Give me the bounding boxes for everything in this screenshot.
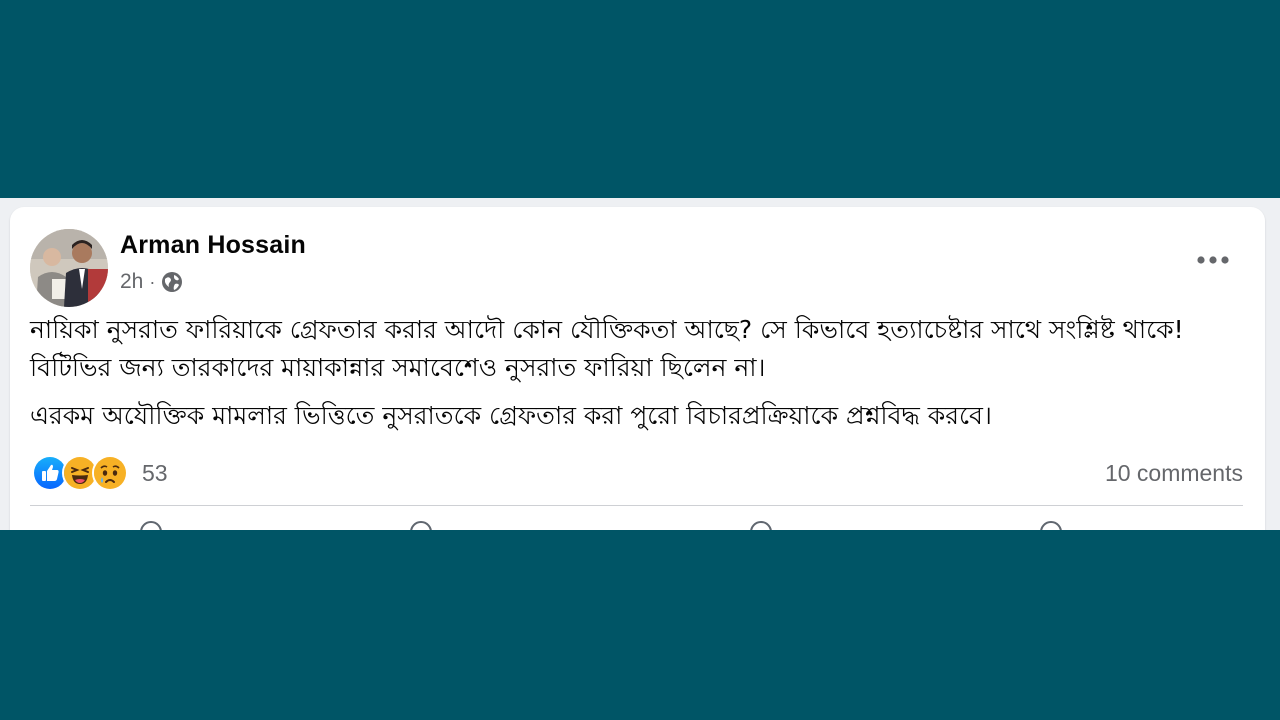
share-action-icon[interactable] (1040, 521, 1062, 530)
reaction-summary[interactable]: 53 (32, 455, 168, 491)
comment-action-icon[interactable] (410, 521, 432, 530)
screenshot-area: Arman Hossain 2h · নায়িকা নুসরাত ফারিয়… (0, 198, 1280, 530)
action-bar (30, 519, 1243, 530)
top-frame-band (0, 0, 1280, 198)
post-paragraph: এরকম অযৌক্তিক মামলার ভিত্তিতে নুসরাতকে গ… (30, 401, 992, 430)
like-action-icon[interactable] (140, 521, 162, 530)
comment-count-link[interactable]: 10 comments (1105, 460, 1243, 487)
reaction-count[interactable]: 53 (142, 460, 168, 487)
send-action-icon[interactable] (750, 521, 772, 530)
bottom-frame-band (0, 530, 1280, 720)
post-meta: 2h · (120, 270, 183, 294)
more-options-icon[interactable] (1191, 243, 1235, 277)
post-paragraph: নায়িকা নুসরাত ফারিয়াকে গ্রেফতার করার আ… (30, 315, 1184, 382)
facebook-post: Arman Hossain 2h · নায়িকা নুসরাত ফারিয়… (10, 207, 1265, 530)
post-time[interactable]: 2h (120, 270, 143, 294)
meta-separator: · (149, 271, 156, 292)
action-divider (30, 505, 1243, 506)
globe-icon (161, 271, 183, 293)
sad-icon (92, 455, 128, 491)
author-name[interactable]: Arman Hossain (120, 231, 306, 260)
avatar[interactable] (30, 229, 108, 307)
post-body: নায়িকা নুসরাত ফারিয়াকে গ্রেফতার করার আ… (30, 311, 1245, 445)
